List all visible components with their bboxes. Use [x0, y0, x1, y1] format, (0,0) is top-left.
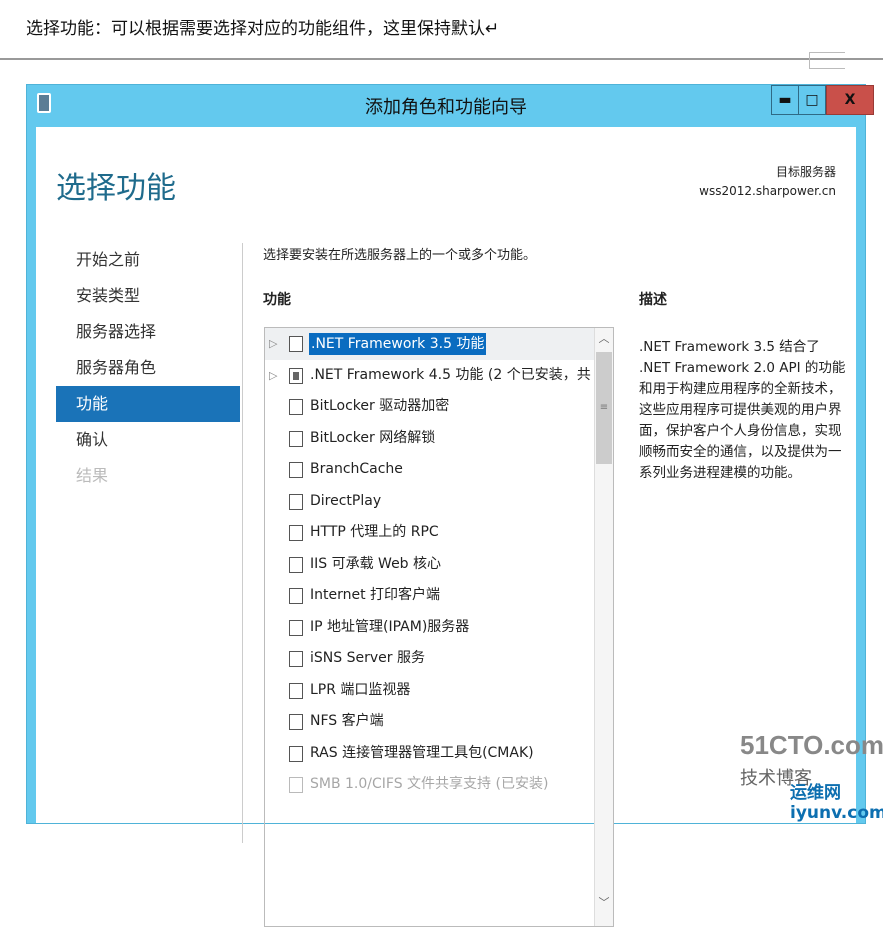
minimize-button[interactable]: ▬ — [771, 85, 799, 115]
title-bar[interactable]: 添加角色和功能向导 ▬ □ X — [27, 85, 874, 127]
feature-row[interactable]: BitLocker 驱动器加密 — [265, 391, 613, 423]
target-server: 目标服务器 wss2012.sharpower.cn — [699, 163, 836, 201]
feature-checkbox[interactable] — [289, 714, 303, 730]
expand-icon[interactable]: ▷ — [269, 360, 277, 392]
features-header: 功能 — [263, 292, 291, 308]
feature-checkbox[interactable] — [289, 556, 303, 573]
divider-line — [0, 58, 883, 60]
feature-row[interactable]: BitLocker 网络解锁 — [265, 423, 613, 455]
feature-row[interactable]: BranchCache — [265, 454, 613, 486]
vertical-scrollbar[interactable]: ︿ ≡ ﹀ — [594, 328, 613, 926]
target-server-name: wss2012.sharpower.cn — [699, 184, 836, 198]
feature-row[interactable]: DirectPlay — [265, 486, 613, 518]
feature-row[interactable]: IP 地址管理(IPAM)服务器 — [265, 612, 613, 644]
feature-row[interactable]: RAS 连接管理器管理工具包(CMAK) — [265, 738, 613, 770]
page-title: 选择功能 — [56, 171, 176, 206]
feature-checkbox[interactable] — [289, 745, 303, 762]
feature-label: BitLocker 驱动器加密 — [310, 398, 450, 414]
features-list[interactable]: ▷ .NET Framework 3.5 功能 ▷ .NET Framework 4.… — [264, 327, 614, 927]
feature-checkbox[interactable] — [289, 336, 303, 352]
feature-checkbox[interactable] — [289, 367, 303, 384]
feature-description: .NET Framework 3.5 结合了 .NET Framework 2.… — [639, 339, 846, 481]
feature-checkbox[interactable] — [289, 430, 303, 447]
feature-label: RAS 连接管理器管理工具包(CMAK) — [310, 744, 534, 761]
nav-installation-type[interactable]: 安装类型 — [56, 278, 240, 314]
feature-label: NFS 客户端 — [310, 713, 384, 729]
feature-label: DirectPlay — [310, 492, 382, 509]
wizard-window: 添加角色和功能向导 ▬ □ X 选择功能 目标服务器 wss2012.sharp… — [26, 84, 874, 927]
nav-results: 结果 — [76, 466, 109, 485]
feature-row[interactable]: HTTP 代理上的 RPC — [265, 517, 613, 549]
feature-label: Internet 打印客户端 — [310, 587, 441, 603]
feature-row[interactable]: iSNS Server 服务 — [265, 643, 613, 675]
feature-checkbox[interactable] — [289, 619, 303, 636]
feature-row[interactable]: SMB 1.0/CIFS 文件共享支持 (已安装) — [265, 769, 613, 801]
page-marker — [809, 52, 845, 69]
feature-checkbox[interactable] — [289, 493, 303, 510]
instruction-text: 选择要安装在所选服务器上的一个或多个功能。 — [263, 248, 537, 263]
feature-label: HTTP 代理上的 RPC — [310, 524, 439, 540]
nav-server-selection[interactable]: 服务器选择 — [56, 314, 240, 350]
document-caption: 选择功能：可以根据需要选择对应的功能组件，这里保持默认↵ — [26, 19, 500, 39]
feature-row[interactable]: IIS 可承载 Web 核心 — [265, 549, 613, 581]
feature-checkbox[interactable] — [289, 777, 303, 793]
feature-checkbox[interactable] — [289, 525, 303, 541]
nav-confirmation[interactable]: 确认 — [56, 422, 240, 458]
scroll-down-button[interactable]: ﹀ — [595, 892, 613, 914]
feature-label: BitLocker 网络解锁 — [310, 429, 436, 446]
feature-row[interactable]: NFS 客户端 — [265, 706, 613, 738]
feature-checkbox[interactable] — [289, 651, 303, 667]
wizard-nav: 开始之前 安装类型 服务器选择 服务器角色 功能 确认 结果 — [56, 242, 240, 494]
scroll-thumb[interactable]: ≡ — [596, 352, 612, 464]
feature-row[interactable]: ▷ .NET Framework 4.5 功能 (2 个已安装，共 7 个) — [265, 360, 613, 392]
feature-label: SMB 1.0/CIFS 文件共享支持 (已安装) — [310, 776, 549, 792]
feature-label: IIS 可承载 Web 核心 — [310, 555, 442, 572]
feature-label: BranchCache — [310, 461, 403, 477]
feature-checkbox[interactable] — [289, 462, 303, 478]
feature-label: IP 地址管理(IPAM)服务器 — [310, 618, 470, 635]
description-header: 描述 — [639, 292, 667, 308]
expand-icon[interactable]: ▷ — [269, 328, 277, 360]
watermark-site: 运维网 iyunv.com — [790, 783, 883, 823]
feature-label: .NET Framework 4.5 功能 (2 个已安装，共 7 个) — [310, 366, 614, 383]
feature-row[interactable]: Internet 打印客户端 — [265, 580, 613, 612]
feature-checkbox[interactable] — [289, 588, 303, 604]
watermark-logo: 51CTO.com — [740, 730, 883, 760]
feature-checkbox[interactable] — [289, 399, 303, 415]
feature-label: .NET Framework 3.5 功能 — [309, 333, 487, 355]
scroll-up-button[interactable]: ︿ — [595, 328, 613, 350]
target-server-label: 目标服务器 — [775, 165, 836, 179]
feature-row[interactable]: ▷ .NET Framework 3.5 功能 — [265, 328, 613, 360]
feature-label: iSNS Server 服务 — [310, 650, 425, 666]
nav-divider — [242, 243, 243, 843]
window-title: 添加角色和功能向导 — [365, 97, 527, 118]
nav-features[interactable]: 功能 — [56, 386, 240, 422]
nav-before-you-begin[interactable]: 开始之前 — [56, 242, 240, 278]
feature-row[interactable]: LPR 端口监视器 — [265, 675, 613, 707]
feature-checkbox[interactable] — [289, 682, 303, 699]
wizard-content: 选择功能 目标服务器 wss2012.sharpower.cn 开始之前 安装类… — [36, 127, 856, 927]
close-button[interactable]: X — [826, 85, 874, 115]
maximize-button[interactable]: □ — [798, 85, 826, 115]
feature-label: LPR 端口监视器 — [310, 681, 411, 698]
nav-server-roles[interactable]: 服务器角色 — [56, 350, 240, 386]
